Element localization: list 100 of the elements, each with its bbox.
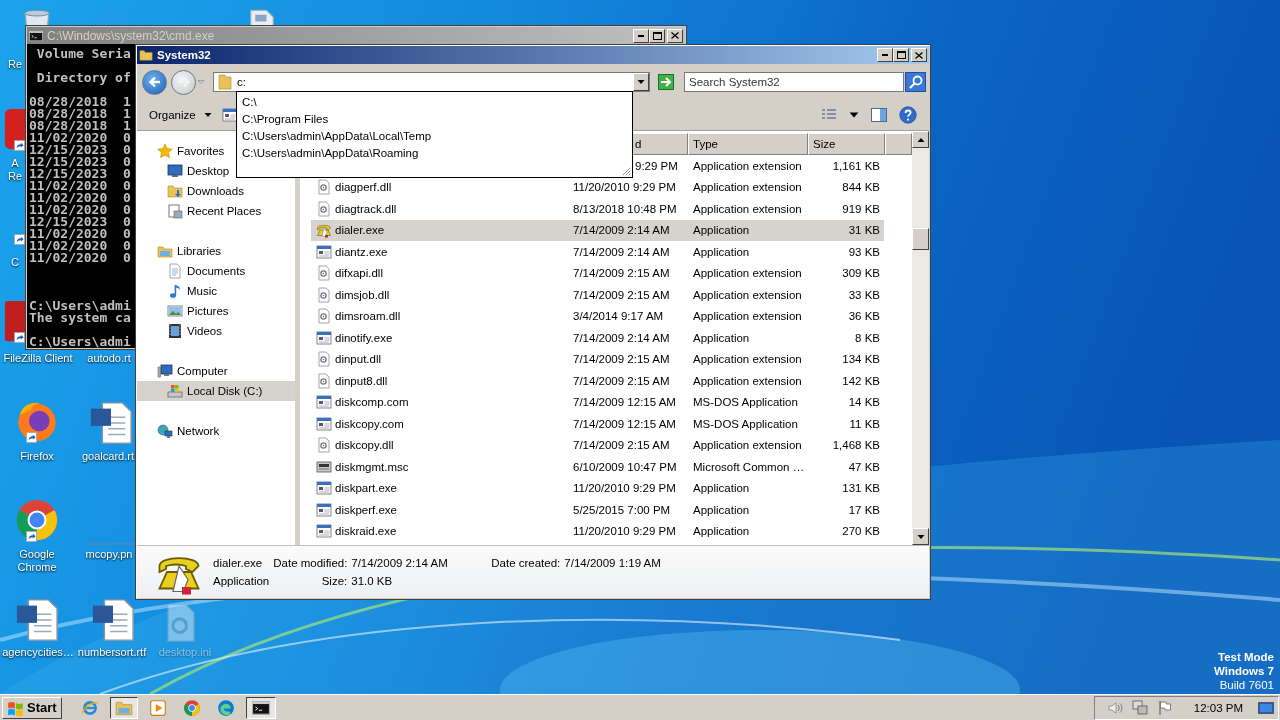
nav-item[interactable]: Downloads — [137, 181, 295, 201]
nav-item[interactable]: Pictures — [137, 301, 295, 321]
console-line: Directory of — [35, 72, 131, 84]
file-row[interactable]: diskcopy.com 7/14/2009 12:15 AM MS-DOS Application 11 KB — [311, 413, 884, 435]
clock[interactable]: 12:03 PM — [1193, 701, 1243, 714]
table-cell-text: 7/14/2009 12:15 AM — [573, 396, 677, 409]
file-row[interactable]: diagtrack.dll 8/13/2018 10:48 PM Application extension 919 KB — [311, 198, 884, 220]
table-cell-text: 7/14/2009 2:15 AM — [573, 288, 671, 301]
file-row[interactable]: dinput8.dll 7/14/2009 2:15 AM Application extension 142 KB — [311, 370, 884, 392]
file-name: dinotify.exe — [335, 331, 393, 344]
nav-item[interactable]: Documents — [137, 261, 295, 281]
address-bar[interactable]: c: — [213, 72, 650, 92]
column-header[interactable]: Type — [688, 133, 808, 155]
table-cell-text: 7/14/2009 2:15 AM — [573, 267, 671, 280]
table-cell-text: 270 KB — [841, 525, 880, 538]
nav-item[interactable]: Recent Places — [137, 201, 295, 221]
file-row[interactable]: diskperf.exe 5/25/2015 7:00 PM Application 17 KB — [311, 499, 884, 521]
file-row[interactable]: dialer.exe 7/14/2009 2:14 AM Application 31 KB — [311, 219, 884, 241]
file-name: dimsroam.dll — [335, 310, 401, 323]
table-cell-text: 8 KB — [854, 331, 880, 344]
autocomplete-item[interactable]: C:\ — [237, 94, 632, 111]
file-row[interactable]: difxapi.dll 7/14/2009 2:15 AM Application extension 309 KB — [311, 262, 884, 284]
nav-item[interactable]: Music — [137, 281, 295, 301]
table-cell-text: Microsoft Common … — [693, 460, 806, 473]
table-cell-text: 7/14/2009 12:15 AM — [573, 417, 677, 430]
console-line: 11/02/2020 0 — [29, 180, 131, 192]
file-row[interactable]: diskcomp.com 7/14/2009 12:15 AM MS-DOS Application 14 KB — [311, 391, 884, 413]
console-line: 08/28/2018 1 — [29, 120, 131, 132]
table-cell-text: 309 KB — [841, 267, 880, 280]
window-title: System32 — [157, 49, 212, 61]
table-cell-text: 31 KB — [847, 224, 880, 237]
console-line: The system ca — [29, 312, 131, 324]
search-field[interactable]: Search System32 — [684, 72, 904, 92]
table-cell-text: 1,161 KB — [831, 159, 880, 172]
column-header[interactable]: Size — [808, 133, 885, 155]
console-line: C:\Users\admi — [29, 336, 131, 348]
file-name: diantz.exe — [335, 245, 388, 258]
console-line: 12/15/2023 0 — [29, 156, 131, 168]
table-cell-text: 919 KB — [841, 202, 880, 215]
nav-item[interactable]: Computer — [137, 361, 295, 381]
table-cell-text: Application extension — [693, 439, 803, 452]
autocomplete-item[interactable]: C:\Users\admin\AppData\Local\Temp — [237, 128, 632, 145]
detail-value: 31.0 KB — [351, 575, 394, 587]
autocomplete-item[interactable]: C:\Program Files — [237, 111, 632, 128]
nav-item[interactable]: Network — [137, 421, 295, 441]
console-line: 11/02/2020 0 — [29, 228, 131, 240]
detail-label: Date modified: — [273, 557, 348, 569]
autocomplete-item[interactable]: C:\Users\admin\AppData\Roaming — [237, 145, 632, 162]
file-name: dinput.dll — [335, 353, 382, 366]
table-cell-text: 93 KB — [847, 245, 880, 258]
file-row[interactable]: diagperf.dll 11/20/2010 9:29 PM Application extension 844 KB — [311, 176, 884, 198]
console-line: 08/28/2018 1 — [29, 96, 131, 108]
file-row[interactable]: diskraid.exe 11/20/2010 9:29 PM Application 270 KB — [311, 520, 884, 542]
file-row[interactable]: diantz.exe 7/14/2009 2:14 AM Application 93 KB — [311, 241, 884, 263]
table-cell-text: Application — [693, 224, 751, 237]
file-row[interactable]: diskmgmt.msc 6/10/2009 10:47 PM Microsoft Common … 47 KB — [311, 456, 884, 478]
nav-item[interactable]: Libraries — [137, 241, 295, 261]
table-cell-text: Application extension — [693, 267, 803, 280]
file-name: dialer.exe — [213, 557, 264, 569]
table-cell-text: 7/14/2009 2:15 AM — [573, 374, 671, 387]
file-row[interactable]: diskcopy.dll 7/14/2009 2:15 AM Application extension 1,468 KB — [311, 434, 884, 456]
file-name: diagperf.dll — [335, 181, 392, 194]
nav-item[interactable]: Videos — [137, 321, 295, 341]
table-cell-text: Application — [693, 482, 751, 495]
table-cell-text: 11/20/2010 9:29 PM — [573, 525, 677, 538]
detail-label: Size: — [320, 575, 348, 587]
console-line: 11/02/2020 0 — [29, 204, 131, 216]
table-cell-text: 33 KB — [847, 288, 880, 301]
file-row[interactable]: dimsroam.dll 3/4/2014 9:17 AM Application extension 36 KB — [311, 305, 884, 327]
table-cell-text: 17 KB — [847, 503, 880, 516]
organize-menu[interactable]: Organize — [143, 107, 218, 123]
file-name: dinput8.dll — [335, 374, 388, 387]
console-line: 11/02/2020 0 — [29, 132, 131, 144]
file-row[interactable]: diskpart.exe 11/20/2010 9:29 PM Application 131 KB — [311, 477, 884, 499]
table-cell-text: MS-DOS Application — [693, 396, 799, 409]
file-type: Application — [213, 575, 270, 587]
console-line: 11/02/2020 0 — [29, 252, 131, 264]
file-name: diskcopy.com — [335, 417, 404, 430]
console-line: 12/15/2023 0 — [29, 144, 131, 156]
start-button[interactable]: Start — [2, 696, 62, 719]
table-cell-text: 7/14/2009 2:14 AM — [573, 331, 671, 344]
table-cell-text: 844 KB — [841, 181, 880, 194]
nav-item[interactable]: Local Disk (C:) — [137, 381, 295, 401]
system-notice-text: Test Mode — [1217, 650, 1274, 664]
file-name: diskcomp.com — [335, 396, 409, 409]
table-cell-text: Application — [693, 331, 751, 344]
detail-value: 7/14/2009 1:19 AM — [564, 557, 661, 569]
file-row[interactable]: dimsjob.dll 7/14/2009 2:15 AM Application extension 33 KB — [311, 284, 884, 306]
console-line: 11/02/2020 0 — [29, 240, 131, 252]
table-cell-text: 131 KB — [841, 482, 880, 495]
file-name: diskcopy.dll — [335, 439, 394, 452]
file-name: diskperf.exe — [335, 503, 397, 516]
table-cell-text: 8/13/2018 10:48 PM — [573, 202, 678, 215]
console-line: 12/15/2023 0 — [29, 216, 131, 228]
table-cell-text: Application extension — [693, 374, 803, 387]
table-cell-text: Application extension — [693, 202, 803, 215]
table-cell-text: 14 KB — [847, 396, 880, 409]
file-row[interactable]: dinotify.exe 7/14/2009 2:14 AM Application 8 KB — [311, 327, 884, 349]
table-cell-text: 11 KB — [848, 417, 880, 430]
file-row[interactable]: dinput.dll 7/14/2009 2:15 AM Application extension 134 KB — [311, 348, 884, 370]
